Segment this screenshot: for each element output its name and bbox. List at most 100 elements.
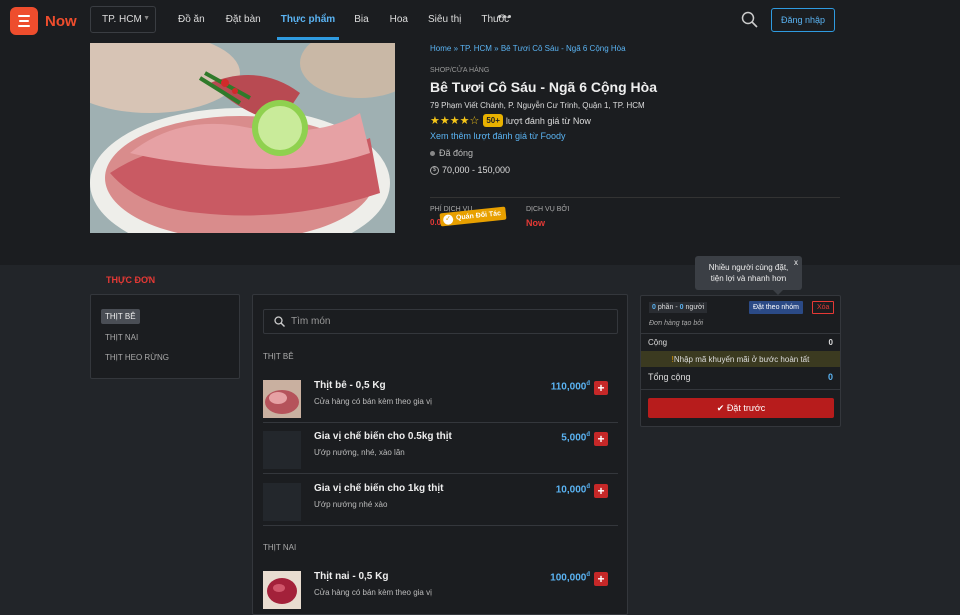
item-photo xyxy=(263,380,301,418)
menu-items: Tìm món THỊT BÊ Thịt bê - 0,5 Kg Cửa hàn… xyxy=(252,294,628,615)
city-select[interactable]: TP. HCM ▼ xyxy=(90,6,156,33)
price-range-text: 70,000 - 150,000 xyxy=(442,165,511,175)
store-address: 79 Phạm Viết Chánh, P. Nguyễn Cư Trinh, … xyxy=(430,101,645,110)
nav-item-sieu-thi[interactable]: Siêu thị xyxy=(428,0,461,40)
item-price-value: 5,000 xyxy=(561,432,587,444)
menu-title: THỰC ĐƠN xyxy=(106,275,156,285)
logo[interactable]: Now xyxy=(10,7,77,35)
item-price: 5,000đ xyxy=(561,432,590,443)
item-price-value: 100,000 xyxy=(550,572,587,584)
menu-search-input[interactable]: Tìm món xyxy=(263,309,618,334)
subtotal-row: Cộng 0 xyxy=(641,338,840,347)
category-thit-heo-rung[interactable]: THỊT HEO RỪNG xyxy=(101,350,173,365)
item-price: 100,000đ xyxy=(550,572,590,583)
item-desc: Ướp nướng, nhé, xào lăn xyxy=(314,448,405,457)
order-button[interactable]: ✔ Đặt trước xyxy=(648,398,834,418)
section-title: THỊT NAI xyxy=(263,543,297,552)
item-name: Gia vị chế biến cho 1kg thịt xyxy=(314,483,444,494)
store-name: Bê Tươi Cô Sáu - Ngã 6 Cộng Hòa xyxy=(430,79,657,95)
group-order-tooltip: x Nhiều người cùng đặt, tiện lợi và nhan… xyxy=(695,256,802,295)
more-icon[interactable] xyxy=(498,15,511,18)
star-rating-icon: ★★★★☆ xyxy=(430,115,480,127)
total-label: Tổng cộng xyxy=(648,372,691,382)
service-label: DỊCH VỤ BỞI xyxy=(526,206,570,213)
nav-item-thuoc[interactable]: Thuốc xyxy=(481,0,509,40)
more-reviews-link[interactable]: Xem thêm lượt đánh giá từ Foody xyxy=(430,131,566,141)
tooltip-line-2: tiện lợi và nhanh hơn xyxy=(710,274,787,283)
people-count: 0 xyxy=(679,304,684,311)
nav-item-dat-ban[interactable]: Đặt bàn xyxy=(226,0,261,40)
divider xyxy=(430,197,840,198)
item-photo xyxy=(263,483,301,521)
search-icon xyxy=(274,316,285,327)
rating-count-badge: 50+ xyxy=(483,114,503,127)
portion-label: phần xyxy=(657,304,674,311)
total-value: 0 xyxy=(827,372,833,382)
menu-icon[interactable] xyxy=(10,7,38,35)
item-name: Thịt nai - 0,5 Kg xyxy=(314,571,389,582)
order-by-label: Đơn hàng tạo bởi xyxy=(649,320,703,327)
nav-item-hoa[interactable]: Hoa xyxy=(390,0,408,40)
item-price-value: 110,000 xyxy=(550,381,587,393)
store-status: Đã đóng xyxy=(430,148,473,158)
promo-notice: !Nhập mã khuyến mãi ở bước hoàn tất xyxy=(641,351,840,367)
subtotal-value: 0 xyxy=(828,338,833,347)
portion-count: 0 xyxy=(652,304,656,311)
brand-name: Now xyxy=(45,12,77,30)
item-name: Thịt bê - 0,5 Kg xyxy=(314,380,386,391)
item-photo xyxy=(263,431,301,469)
item-photo xyxy=(263,571,301,609)
cart-panel: 0 phần - 0 người Đặt theo nhóm Xóa Đơn h… xyxy=(640,295,841,427)
main-nav: Đồ ăn Đặt bàn Thực phẩm Bia Hoa Siêu thị… xyxy=(166,0,509,40)
currency-symbol: đ xyxy=(586,381,590,387)
section-title: THỊT BÊ xyxy=(263,352,294,361)
nav-item-do-an[interactable]: Đồ ăn xyxy=(178,0,205,40)
item-desc: Cửa hàng có bán kèm theo gia vị xyxy=(314,397,432,406)
nav-item-thuc-pham[interactable]: Thực phẩm xyxy=(276,0,340,40)
divider xyxy=(641,389,840,390)
check-circle-icon: ✔ xyxy=(716,403,725,413)
search-icon[interactable] xyxy=(741,11,758,28)
partner-label: Quán Đối Tác xyxy=(455,210,502,222)
login-button[interactable]: Đăng nhập xyxy=(771,8,835,32)
category-thit-be[interactable]: THỊT BÊ xyxy=(101,309,140,324)
people-label: người xyxy=(685,304,705,311)
price-range: $ 70,000 - 150,000 xyxy=(430,165,510,175)
add-item-button[interactable]: + xyxy=(594,381,608,395)
store-rating: ★★★★☆ 50+ lượt đánh giá từ Now xyxy=(430,114,591,127)
item-name: Gia vị chế biến cho 0.5kg thịt xyxy=(314,431,452,442)
total-row: Tổng cộng 0 xyxy=(641,372,840,382)
coin-icon: $ xyxy=(430,165,439,175)
currency-symbol: đ xyxy=(586,572,590,578)
close-icon[interactable]: x xyxy=(794,257,798,268)
item-price: 10,000đ xyxy=(556,484,590,495)
category-thit-nai[interactable]: THỊT NAI xyxy=(101,330,142,345)
check-icon: ✓ xyxy=(442,214,454,226)
status-text: Đã đóng xyxy=(439,148,474,158)
currency-symbol: đ xyxy=(586,432,590,438)
store-photo xyxy=(90,43,395,233)
group-order-button[interactable]: Đặt theo nhóm xyxy=(749,301,803,314)
store-kind: SHOP/CỬA HÀNG xyxy=(430,67,490,74)
category-list: THỊT BÊ THỊT NAI THỊT HEO RỪNG xyxy=(90,294,240,379)
nav-item-bia[interactable]: Bia xyxy=(354,0,368,40)
rating-text: lượt đánh giá từ Now xyxy=(505,115,591,126)
item-desc: Cửa hàng có bán kèm theo gia vị xyxy=(314,588,432,597)
add-item-button[interactable]: + xyxy=(594,432,608,446)
city-selected: TP. HCM xyxy=(102,14,142,25)
menu-item: Gia vị chế biến cho 1kg thịt Ướp nướng n… xyxy=(263,475,618,526)
add-item-button[interactable]: + xyxy=(594,484,608,498)
item-price-value: 10,000 xyxy=(555,484,587,496)
item-price: 110,000đ xyxy=(551,381,590,392)
menu-item: Thịt nai - 0,5 Kg Cửa hàng có bán kèm th… xyxy=(263,563,618,614)
subtotal-label: Cộng xyxy=(648,338,668,347)
item-desc: Ướp nướng nhé xào xyxy=(314,500,388,509)
delete-cart-button[interactable]: Xóa xyxy=(812,301,835,314)
top-bar: Now TP. HCM ▼ Đồ ăn Đặt bàn Thực phẩm Bi… xyxy=(0,0,960,40)
breadcrumb[interactable]: Home » TP. HCM » Bê Tươi Cô Sáu - Ngã 6 … xyxy=(430,44,626,53)
search-placeholder: Tìm món xyxy=(291,316,331,327)
service-value: Now xyxy=(526,218,545,228)
order-button-label: Đặt trước xyxy=(726,403,766,413)
add-item-button[interactable]: + xyxy=(594,572,608,586)
tooltip-line-1: Nhiều người cùng đặt, xyxy=(708,263,789,272)
